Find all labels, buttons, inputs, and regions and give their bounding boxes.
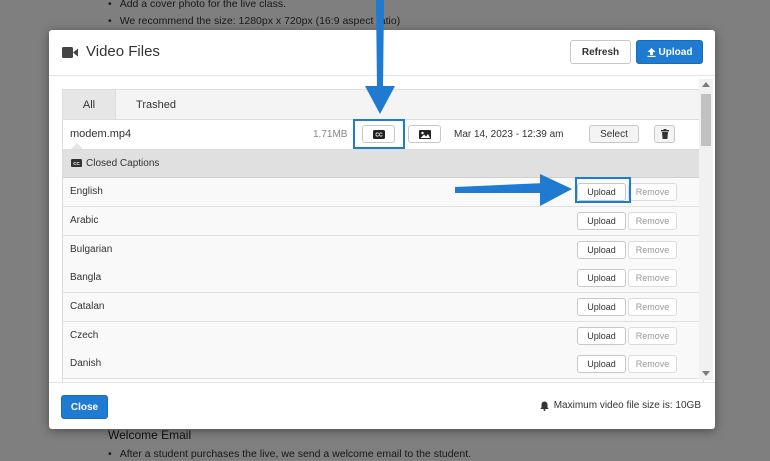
- scrollbar[interactable]: [699, 79, 713, 380]
- remove-caption-button: Remove: [628, 269, 677, 287]
- upload-caption-button[interactable]: Upload: [577, 241, 626, 259]
- caption-row-bangla: Bangla Upload Remove: [63, 264, 703, 293]
- video-files-modal: Video Files Refresh Upload All Trashed m…: [49, 30, 715, 429]
- caption-language: Catalan: [70, 301, 105, 312]
- caption-language: Czech: [70, 330, 99, 341]
- select-file-button[interactable]: Select: [589, 125, 639, 143]
- trash-icon: [660, 129, 669, 139]
- expanded-caret: [71, 143, 83, 149]
- remove-caption-button: Remove: [628, 212, 677, 230]
- upload-caption-button[interactable]: Upload: [577, 355, 626, 373]
- upload-icon: [647, 47, 656, 57]
- caption-language: Arabic: [70, 215, 99, 226]
- remove-caption-button: Remove: [628, 183, 677, 201]
- modal-footer: Close Maximum video file size is: 10GB: [49, 382, 715, 430]
- refresh-button[interactable]: Refresh: [570, 40, 631, 64]
- remove-caption-button: Remove: [628, 327, 677, 345]
- upload-video-button[interactable]: Upload: [636, 40, 703, 64]
- closed-captions-title: Closed Captions: [86, 158, 160, 169]
- modal-header: Video Files Refresh Upload: [49, 30, 715, 76]
- caption-row-bulgarian: Bulgarian Upload Remove: [63, 236, 703, 265]
- video-camera-icon: [62, 47, 78, 58]
- remove-caption-button: Remove: [628, 355, 677, 373]
- file-tabs: All Trashed: [63, 90, 703, 120]
- upload-caption-button[interactable]: Upload: [577, 298, 626, 316]
- max-file-size-text: Maximum video file size is: 10GB: [553, 400, 701, 411]
- caption-language: English: [70, 186, 103, 197]
- upload-caption-button[interactable]: Upload: [577, 327, 626, 345]
- caption-row-catalan: Catalan Upload Remove: [63, 293, 703, 322]
- caption-row-arabic: Arabic Upload Remove: [63, 207, 703, 236]
- scrollbar-thumb[interactable]: [701, 94, 711, 146]
- file-name: modem.mp4: [70, 128, 132, 140]
- thumbnail-button[interactable]: [408, 125, 441, 143]
- svg-text:CC: CC: [73, 161, 80, 166]
- file-date: Mar 14, 2023 - 12:39 am: [454, 129, 564, 140]
- close-button[interactable]: Close: [61, 395, 108, 419]
- max-file-size-note: Maximum video file size is: 10GB: [540, 400, 701, 411]
- delete-file-button[interactable]: [654, 125, 675, 143]
- file-size: 1.71MB: [313, 129, 348, 140]
- caption-language: Danish: [70, 358, 102, 369]
- remove-caption-button: Remove: [628, 241, 677, 259]
- scroll-up-arrow-icon[interactable]: [702, 82, 710, 87]
- tab-trashed[interactable]: Trashed: [123, 90, 189, 119]
- scroll-down-arrow-icon[interactable]: [702, 371, 710, 376]
- caption-row-danish: Danish Upload Remove: [63, 350, 703, 379]
- caption-row-czech: Czech Upload Remove: [63, 322, 703, 351]
- remove-caption-button: Remove: [628, 298, 677, 316]
- modal-title: Video Files: [86, 43, 160, 60]
- upload-video-button-label: Upload: [658, 46, 693, 58]
- cc-icon: CC: [71, 159, 82, 167]
- caption-language: Bangla: [70, 272, 102, 283]
- english-upload-highlight: [575, 177, 631, 203]
- image-icon: [418, 129, 431, 139]
- upload-caption-button[interactable]: Upload: [577, 212, 626, 230]
- tab-all[interactable]: All: [63, 90, 116, 119]
- bell-icon: [540, 401, 549, 411]
- caption-language: Bulgarian: [70, 244, 113, 255]
- closed-captions-header: CC Closed Captions: [63, 150, 703, 178]
- cc-button-highlight: [353, 119, 405, 149]
- upload-caption-button[interactable]: Upload: [577, 269, 626, 287]
